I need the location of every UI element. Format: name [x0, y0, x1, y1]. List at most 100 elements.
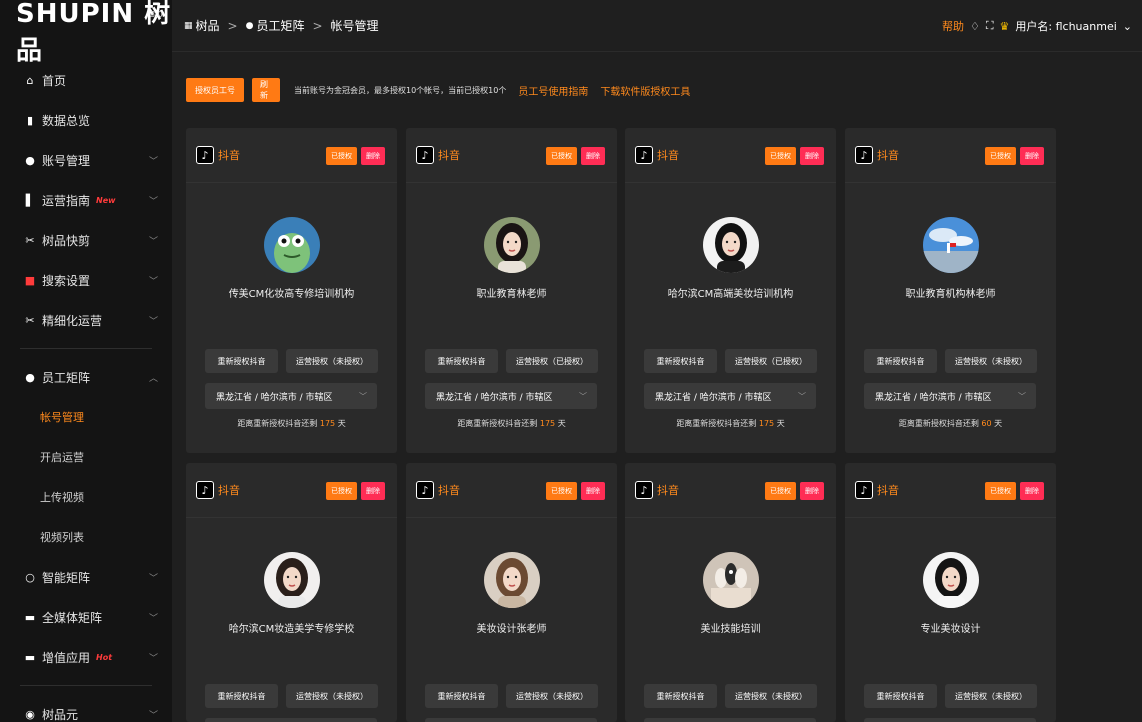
chevron-down-icon[interactable]: ⌄ [1123, 20, 1132, 33]
sidebar-item[interactable]: ▬ 全媒体矩阵 ﹀ [0, 597, 172, 637]
crown-icon: ♛ [999, 19, 1010, 33]
region-select[interactable]: 黑龙江省 / 哈尔滨市 / 市辖区 ﹀ [205, 383, 377, 409]
region-select[interactable] [864, 718, 1036, 722]
region-select[interactable]: 黑龙江省 / 哈尔滨市 / 市辖区 ﹀ [425, 383, 597, 409]
authorized-badge[interactable]: 已授权 [546, 482, 577, 500]
reauthorize-button[interactable]: 重新授权抖音 [425, 684, 498, 708]
authorized-badge[interactable]: 已授权 [326, 482, 357, 500]
reauthorize-button[interactable]: 重新授权抖音 [644, 349, 717, 373]
countdown-prefix: 距离重新授权抖音还剩 [457, 419, 538, 428]
sidebar-item[interactable]: ■ 搜索设置 ﹀ [0, 260, 172, 300]
guide-link[interactable]: 员工号使用指南 [518, 83, 588, 98]
delete-button[interactable]: 删除 [800, 482, 824, 500]
breadcrumb-item[interactable]: 树品 [196, 17, 220, 34]
sidebar-item[interactable]: ▬ 增值应用 Hot ﹀ [0, 637, 172, 677]
reauthorize-button[interactable]: 重新授权抖音 [864, 684, 937, 708]
download-tool-link[interactable]: 下载软件版授权工具 [600, 83, 690, 98]
region-value: 黑龙江省 / 哈尔滨市 / 市辖区 [655, 392, 772, 403]
platform-label: 抖音 [438, 149, 460, 162]
delete-button[interactable]: 删除 [800, 147, 824, 165]
scissors-icon: ✂ [25, 313, 35, 327]
region-select[interactable]: 黑龙江省 / 哈尔滨市 / 市辖区 ﹀ [644, 383, 816, 409]
card-header: ♪ 抖音 已授权 删除 [845, 128, 1056, 183]
delete-button[interactable]: 删除 [1020, 147, 1044, 165]
region-value: 黑龙江省 / 哈尔滨市 / 市辖区 [436, 392, 553, 403]
sidebar-item[interactable]: ▌ 运营指南 New ﹀ [0, 180, 172, 220]
operation-auth-button[interactable]: 运营授权（未授权） [506, 684, 598, 708]
delete-button[interactable]: 删除 [1020, 482, 1044, 500]
region-select[interactable] [425, 718, 597, 722]
user-menu[interactable]: 用户名: flchuanmei [1015, 18, 1116, 34]
reauthorize-button[interactable]: 重新授权抖音 [425, 349, 498, 373]
delete-button[interactable]: 删除 [361, 147, 385, 165]
user-icon: ● [25, 370, 35, 384]
chevron-down-icon: ﹀ [148, 710, 158, 721]
card-badges: 已授权 删除 [985, 147, 1044, 165]
sidebar-subitem[interactable]: 上传视频 [0, 477, 172, 517]
logo[interactable]: SHUPIN 树品 3.0 [0, 0, 172, 66]
breadcrumb-item[interactable]: 员工矩阵 [256, 17, 304, 34]
delete-button[interactable]: 删除 [361, 482, 385, 500]
delete-button[interactable]: 删除 [581, 147, 605, 165]
sidebar-item[interactable]: ◉ 树品元 ﹀ [0, 694, 172, 722]
help-link[interactable]: 帮助 [942, 18, 964, 34]
sidebar-subitem[interactable]: 开启运营 [0, 437, 172, 477]
chevron-down-icon: ﹀ [148, 573, 158, 584]
fullscreen-icon[interactable]: ⛶ [986, 19, 994, 33]
refresh-button[interactable]: 刷新 [252, 78, 280, 102]
bell-icon[interactable]: ♢ [970, 20, 980, 33]
sidebar-item-label: 员工矩阵 [42, 370, 91, 385]
chevron-up-icon: ︿ [148, 373, 158, 384]
account-name: 职业教育机构林老师 [905, 289, 996, 300]
reauthorize-button[interactable]: 重新授权抖音 [644, 684, 717, 708]
operation-auth-button[interactable]: 运营授权（未授权） [945, 684, 1037, 708]
sidebar-subitem[interactable]: 视频列表 [0, 517, 172, 557]
authorized-badge[interactable]: 已授权 [765, 147, 796, 165]
chevron-down-icon: ﹀ [359, 391, 367, 401]
tiktok-icon: ♪ [635, 146, 653, 164]
region-value: 黑龙江省 / 哈尔滨市 / 市辖区 [875, 392, 992, 403]
reauthorize-button[interactable]: 重新授权抖音 [205, 349, 278, 373]
countdown-suffix: 天 [776, 419, 785, 428]
sidebar-item[interactable]: ● 员工矩阵 ︿ [0, 357, 172, 397]
authorized-badge[interactable]: 已授权 [326, 147, 357, 165]
operation-auth-button[interactable]: 运营授权（已授权） [725, 349, 817, 373]
authorized-badge[interactable]: 已授权 [985, 482, 1016, 500]
authorized-badge[interactable]: 已授权 [985, 147, 1016, 165]
countdown-days: 175 [758, 419, 775, 428]
reauthorize-button[interactable]: 重新授权抖音 [205, 684, 278, 708]
sidebar-item[interactable]: ✂ 精细化运营 ﹀ [0, 300, 172, 340]
countdown-days: 175 [539, 419, 556, 428]
operation-auth-button[interactable]: 运营授权（未授权） [945, 349, 1037, 373]
operation-auth-button[interactable]: 运营授权（已授权） [506, 349, 598, 373]
sidebar-item[interactable]: ○ 智能矩阵 ﹀ [0, 557, 172, 597]
authorize-employee-button[interactable]: 授权员工号 [186, 78, 244, 102]
chevron-down-icon: ﹀ [148, 316, 158, 327]
delete-button[interactable]: 删除 [581, 482, 605, 500]
authorized-badge[interactable]: 已授权 [546, 147, 577, 165]
sidebar-item[interactable]: ● 账号管理 ﹀ [0, 140, 172, 180]
sidebar-item[interactable]: ✂ 树品快剪 ﹀ [0, 220, 172, 260]
badge-hot: Hot [96, 652, 113, 662]
sidebar-item[interactable]: ▮ 数据总览 [0, 100, 172, 140]
authorized-badge[interactable]: 已授权 [765, 482, 796, 500]
header-tools: 帮助 ♢ ⛶ ♛ 用户名: flchuanmei ⌄ [942, 18, 1132, 34]
card-actions: 重新授权抖音 运营授权（未授权） [406, 684, 617, 708]
chevron-down-icon: ﹀ [148, 276, 158, 287]
operation-auth-button[interactable]: 运营授权（未授权） [725, 684, 817, 708]
sidebar-item[interactable]: ⌂ 首页 [0, 60, 172, 100]
sidebar-item-label: 全媒体矩阵 [42, 610, 103, 625]
region-select[interactable]: 黑龙江省 / 哈尔滨市 / 市辖区 ﹀ [864, 383, 1036, 409]
card-badges: 已授权 删除 [546, 482, 605, 500]
header: ▦ 树品 > ● 员工矩阵 > 帐号管理 帮助 ♢ ⛶ ♛ 用户名: flchu… [172, 0, 1142, 52]
badge-new: New [96, 195, 116, 205]
card-header: ♪ 抖音 已授权 删除 [406, 463, 617, 518]
region-select[interactable] [644, 718, 816, 722]
countdown-prefix: 距离重新授权抖音还剩 [898, 419, 979, 428]
operation-auth-button[interactable]: 运营授权（未授权） [286, 349, 378, 373]
countdown-days: 60 [981, 419, 992, 428]
operation-auth-button[interactable]: 运营授权（未授权） [286, 684, 378, 708]
sidebar-subitem[interactable]: 帐号管理 [0, 397, 172, 437]
region-select[interactable] [205, 718, 377, 722]
reauthorize-button[interactable]: 重新授权抖音 [864, 349, 937, 373]
